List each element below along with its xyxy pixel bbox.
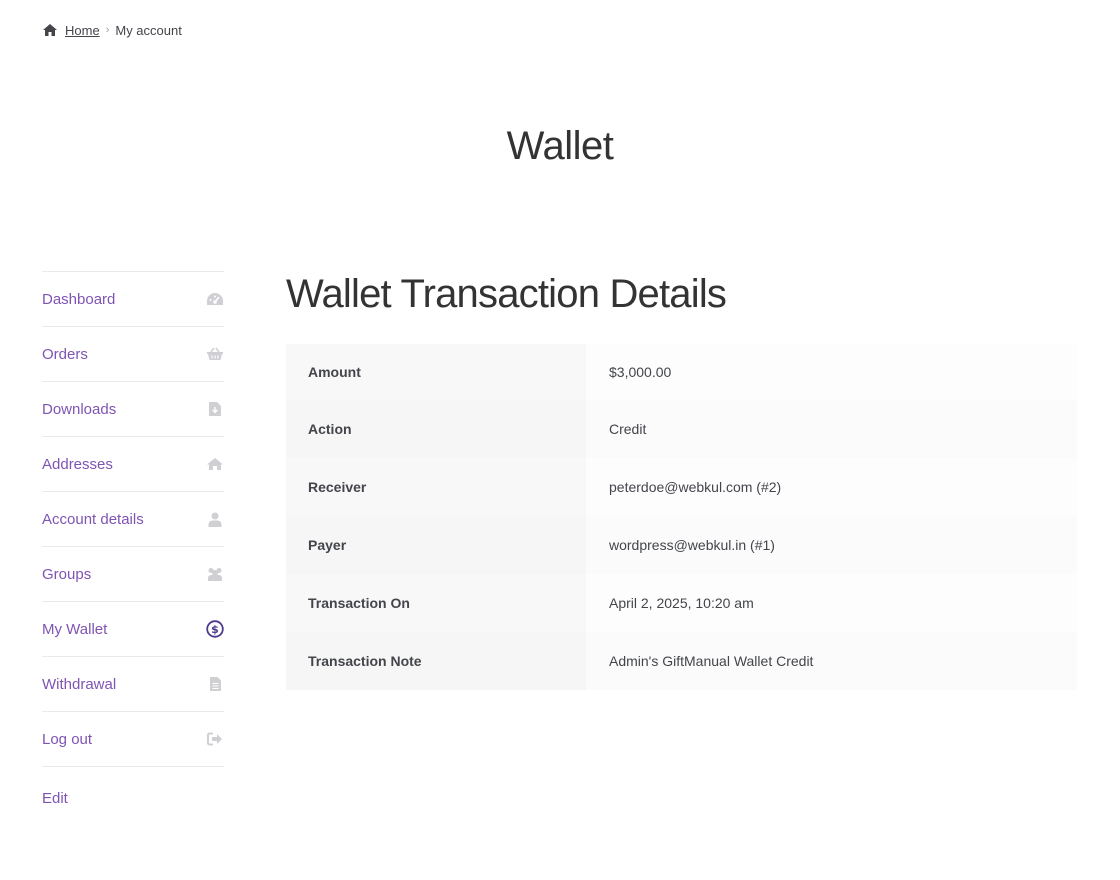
sidebar-item-label: Orders: [42, 345, 88, 363]
sidebar-item-downloads[interactable]: Downloads: [42, 382, 224, 437]
home-icon: [206, 455, 224, 473]
row-label-transaction-note: Transaction Note: [286, 632, 586, 690]
row-label-receiver: Receiver: [286, 458, 586, 516]
breadcrumb-home-link[interactable]: Home: [65, 23, 100, 38]
sidebar-item-label: Addresses: [42, 455, 113, 473]
table-row: Amount $3,000.00: [286, 344, 1077, 400]
group-icon: [206, 565, 224, 583]
table-row: Transaction On April 2, 2025, 10:20 am: [286, 574, 1077, 632]
row-value-action: Credit: [586, 400, 1077, 458]
edit-link[interactable]: Edit: [42, 790, 68, 807]
chevron-right-icon: ›: [105, 24, 110, 36]
row-value-transaction-note: Admin's GiftManual Wallet Credit: [586, 632, 1077, 690]
document-icon: [206, 675, 224, 693]
row-label-amount: Amount: [286, 344, 586, 400]
sidebar-item-label: Withdrawal: [42, 675, 117, 693]
sidebar-item-dashboard[interactable]: Dashboard: [42, 272, 224, 327]
row-label-transaction-on: Transaction On: [286, 574, 586, 632]
dollar-circle-icon: $: [206, 620, 224, 638]
sidebar-item-label: Log out: [42, 730, 93, 748]
table-row: Payer wordpress@webkul.in (#1): [286, 516, 1077, 574]
sidebar-item-my-wallet[interactable]: My Wallet $: [42, 602, 224, 657]
table-row: Action Credit: [286, 400, 1077, 458]
breadcrumb-current: My account: [115, 22, 182, 38]
file-download-icon: [206, 400, 224, 418]
row-value-transaction-on: April 2, 2025, 10:20 am: [586, 574, 1077, 632]
table-row: Transaction Note Admin's GiftManual Wall…: [286, 632, 1077, 690]
table-row: Receiver peterdoe@webkul.com (#2): [286, 458, 1077, 516]
basket-icon: [206, 345, 224, 363]
sidebar-item-log-out[interactable]: Log out: [42, 712, 224, 767]
sidebar-item-account-details[interactable]: Account details: [42, 492, 224, 547]
sign-out-icon: [206, 730, 224, 748]
sidebar-item-orders[interactable]: Orders: [42, 327, 224, 382]
sidebar-item-label: Dashboard: [42, 290, 116, 308]
page-title: Wallet: [506, 124, 614, 168]
sidebar-item-withdrawal[interactable]: Withdrawal: [42, 657, 224, 712]
row-label-payer: Payer: [286, 516, 586, 574]
transaction-details-table: Amount $3,000.00 Action Credit Receiver …: [286, 344, 1077, 690]
sidebar-item-label: My Wallet: [42, 620, 108, 638]
row-value-amount: $3,000.00: [586, 344, 1077, 400]
sidebar-item-label: Downloads: [42, 400, 117, 418]
sidebar-item-groups[interactable]: Groups: [42, 547, 224, 602]
sidebar-item-addresses[interactable]: Addresses: [42, 437, 224, 492]
breadcrumb: Home › My account: [42, 21, 182, 39]
sidebar-item-label: Groups: [42, 565, 92, 583]
row-label-action: Action: [286, 400, 586, 458]
sidebar-item-label: Account details: [42, 510, 144, 528]
page: Home › My account Wallet Dashboard Order…: [0, 0, 1120, 880]
row-value-payer: wordpress@webkul.in (#1): [586, 516, 1077, 574]
dashboard-icon: [206, 290, 224, 308]
home-icon[interactable]: [42, 23, 58, 37]
svg-text:$: $: [211, 623, 219, 636]
user-icon: [206, 510, 224, 528]
section-title: Wallet Transaction Details: [286, 272, 727, 316]
account-navigation: Dashboard Orders Downloads Addresses Acc…: [42, 271, 224, 767]
row-value-receiver: peterdoe@webkul.com (#2): [586, 458, 1077, 516]
